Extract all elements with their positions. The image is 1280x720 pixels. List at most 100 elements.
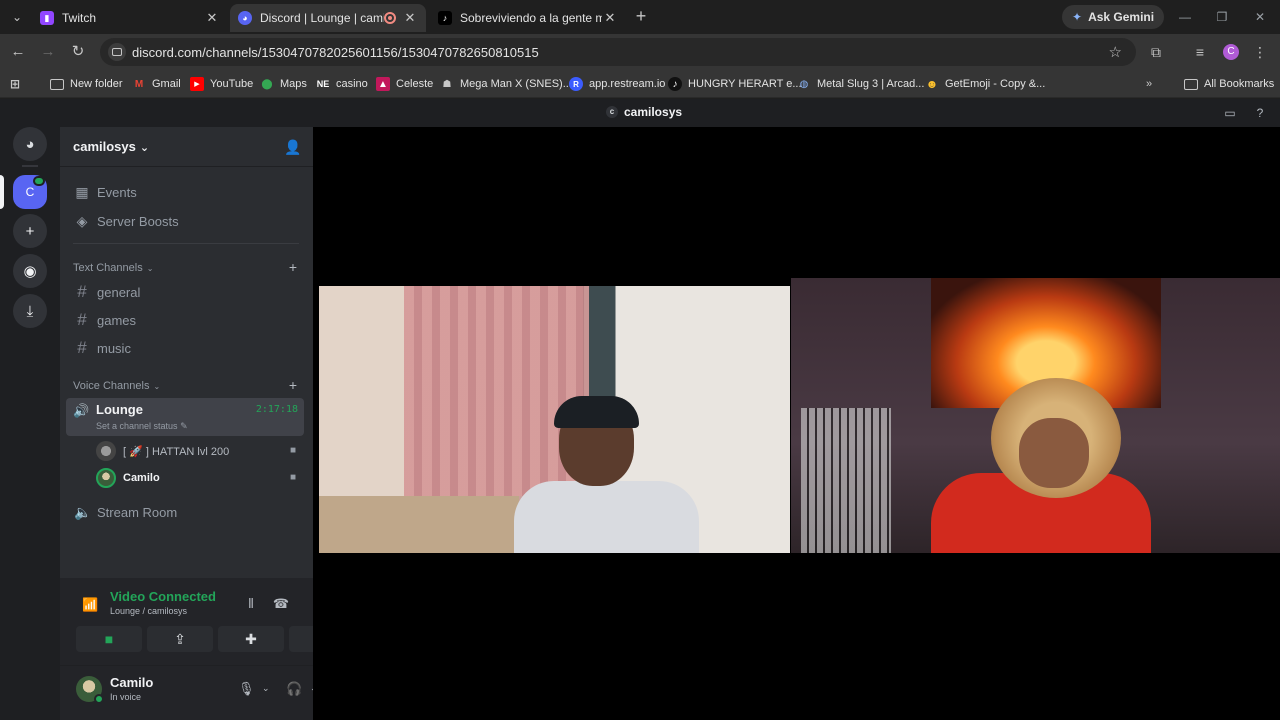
tab-tiktok[interactable]: ♪ Sobreviviendo a la gente más t ✕ (430, 4, 626, 32)
profile-avatar[interactable]: C (1223, 44, 1239, 60)
more-bookmarks-icon[interactable]: » (1146, 75, 1152, 93)
voice-status-subtitle[interactable]: Lounge / camilosys (110, 606, 187, 616)
browser-menu-icon[interactable]: ⋮ (1251, 43, 1269, 61)
minimize-window-icon[interactable]: — (1170, 6, 1200, 28)
close-tab-icon[interactable]: ✕ (204, 10, 220, 26)
download-icon[interactable]: ⤓ (13, 294, 47, 328)
bookmark-casino[interactable]: NE casino (316, 75, 368, 93)
maps-pin-icon: ⬤ (261, 78, 273, 90)
video-tile[interactable] (791, 278, 1280, 553)
reload-icon[interactable]: ↻ (68, 42, 88, 62)
video-camera-icon: ■ (104, 631, 114, 647)
close-tab-icon[interactable]: ✕ (602, 10, 618, 26)
divider (73, 243, 299, 244)
recording-indicator-icon (384, 12, 396, 24)
youtube-icon: ▶ (190, 77, 204, 91)
discord-icon: ◕ (238, 11, 252, 25)
set-channel-status[interactable]: Set a channel status ✎ (96, 421, 188, 432)
activities-button[interactable]: ✚ (218, 626, 284, 652)
close-window-icon[interactable]: ✕ (1245, 6, 1275, 28)
restore-window-icon[interactable]: ❐ (1207, 6, 1237, 28)
online-status-icon (94, 694, 104, 704)
bookmark-gmail[interactable]: M Gmail (132, 75, 181, 93)
selected-server-indicator (0, 175, 4, 209)
server-activity-badge (33, 176, 45, 186)
bookmark-celeste[interactable]: ▲ Celeste (376, 75, 433, 93)
nav-events[interactable]: ▦ Events (66, 179, 304, 205)
bookmark-star-icon[interactable]: ☆ (1109, 43, 1122, 61)
celeste-icon: ▲ (376, 77, 390, 91)
chevron-down-icon: ⌄ (153, 381, 161, 391)
invite-people-icon[interactable]: 👤 (284, 138, 302, 156)
discover-compass-icon[interactable]: ◉ (13, 254, 47, 288)
media-controls-icon[interactable]: ≡ (1191, 43, 1209, 61)
tab-search-dropdown-icon[interactable]: ⌄ (8, 8, 26, 26)
ask-gemini-button[interactable]: ✦ Ask Gemini (1062, 5, 1165, 29)
hashtag-icon: # (77, 282, 87, 301)
server-mini-icon: c (606, 106, 618, 118)
address-bar[interactable]: discord.com/channels/1530470782025601156… (100, 38, 1136, 66)
video-background (319, 496, 519, 553)
browser-toolbar: ← → ↻ discord.com/channels/1530470782025… (0, 34, 1280, 70)
emoji-icon: ☻ (925, 77, 939, 91)
user-name[interactable]: Camilo (110, 675, 153, 690)
help-icon[interactable]: ? (1252, 105, 1268, 121)
video-tile[interactable] (319, 286, 790, 553)
microphone-icon[interactable]: 🎙 (238, 681, 255, 697)
ask-gemini-label: Ask Gemini (1088, 10, 1155, 24)
voice-status-title[interactable]: Video Connected (110, 589, 216, 604)
discord-home-icon[interactable]: ◕ (13, 127, 47, 161)
channel-games[interactable]: # games (66, 307, 304, 333)
voice-user[interactable]: Camilo ■ (96, 466, 304, 490)
new-tab-button[interactable]: + (632, 7, 650, 25)
share-screen-button[interactable]: ⇪ (147, 626, 213, 652)
bookmark-maps[interactable]: ⬤ Maps (260, 75, 307, 93)
avatar (96, 468, 116, 488)
create-channel-icon[interactable]: + (289, 259, 297, 275)
create-channel-icon[interactable]: + (289, 377, 297, 393)
category-voice-channels[interactable]: Voice Channels ⌄ + (73, 377, 303, 393)
channel-general[interactable]: # general (66, 279, 304, 305)
extensions-icon[interactable]: ⧉ (1147, 43, 1165, 61)
forward-arrow-icon[interactable]: → (38, 42, 58, 62)
megaman-icon: ☗ (442, 78, 452, 90)
bookmark-new-folder[interactable]: New folder (50, 75, 123, 93)
video-call-stage (313, 127, 1280, 720)
inbox-icon[interactable]: ▭ (1222, 105, 1238, 121)
camera-toggle-button[interactable]: ■ (76, 626, 142, 652)
noise-suppression-icon[interactable]: ⦀ (242, 596, 260, 612)
connection-signal-icon[interactable]: 📶 (82, 597, 98, 613)
server-rail: ◕ C + ◉ ⤓ (0, 127, 60, 720)
add-server-icon[interactable]: + (13, 214, 47, 248)
bookmark-megaman[interactable]: ☗ Mega Man X (SNES)... (440, 75, 572, 93)
site-info-icon[interactable] (108, 43, 126, 61)
bookmark-restream[interactable]: R app.restream.io (569, 75, 665, 93)
tab-discord[interactable]: ◕ Discord | Lounge | camilosys ✕ (230, 4, 426, 32)
bookmark-metal-slug[interactable]: ◍ Metal Slug 3 | Arcad... (797, 75, 925, 93)
headphones-icon[interactable]: 🎧 (286, 681, 302, 697)
tab-twitch[interactable]: ▮ Twitch ✕ (32, 4, 228, 32)
disconnect-icon[interactable]: ☎ (272, 596, 290, 612)
chevron-down-icon: ⌄ (139, 142, 150, 154)
chevron-down-icon[interactable]: ⌄ (262, 683, 272, 694)
channel-sidebar: camilosys ⌄ 👤 ▦ Events ◈ Server Boosts Te… (60, 127, 355, 720)
voice-user[interactable]: [ 🚀 ] HATTAN lvl 200 ■ (96, 439, 304, 463)
channel-music[interactable]: # music (66, 335, 304, 361)
close-tab-icon[interactable]: ✕ (402, 10, 418, 26)
bookmark-youtube[interactable]: ▶ YouTube (190, 75, 253, 93)
all-bookmarks-button[interactable]: All Bookmarks (1184, 75, 1274, 93)
screen-share-icon: ⇪ (174, 630, 186, 647)
nav-server-boosts[interactable]: ◈ Server Boosts (66, 208, 304, 234)
gmail-icon: M (134, 78, 144, 90)
folder-icon (1184, 77, 1198, 91)
category-text-channels[interactable]: Text Channels ⌄ + (73, 259, 303, 275)
voice-channel-lounge[interactable]: 🔊 Lounge 2:17:18 Set a channel status ✎ (66, 398, 304, 436)
bookmark-hungry-herart[interactable]: ♪ HUNGRY HERART e... (668, 75, 802, 93)
voice-channel-stream-room[interactable]: 🔈 Stream Room (66, 499, 304, 525)
server-header[interactable]: camilosys ⌄ 👤 (60, 127, 313, 167)
voice-connection-panel: 📶 Video Connected Lounge / camilosys ⦀ ☎… (60, 578, 355, 666)
bookmark-getemoji[interactable]: ☻ GetEmoji - Copy &... (925, 75, 1046, 93)
participant-video (514, 396, 699, 553)
apps-grid-icon[interactable]: ⊞ (8, 75, 28, 93)
back-arrow-icon[interactable]: ← (8, 42, 28, 62)
